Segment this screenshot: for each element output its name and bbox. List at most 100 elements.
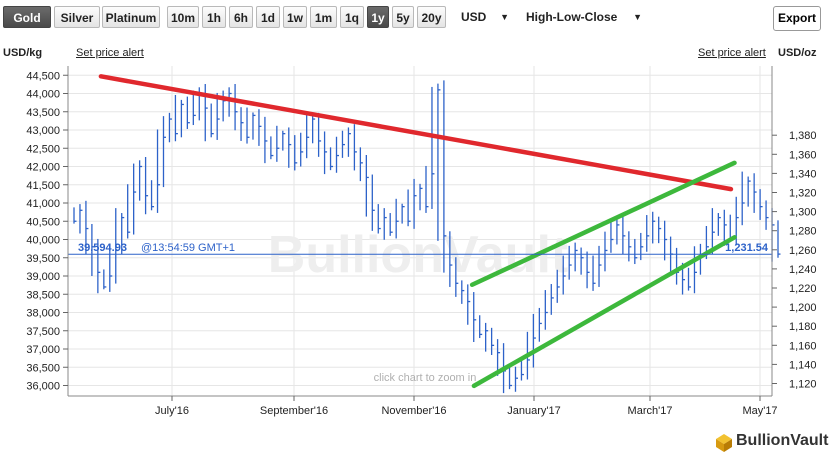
hlc-bar: [276, 125, 280, 162]
watermark: BullionVault: [268, 226, 568, 284]
hlc-bar: [162, 116, 166, 188]
left-tick-label: 44,500: [26, 70, 60, 82]
x-tick-label: May'17: [742, 405, 777, 417]
x-tick-label: January'17: [507, 405, 560, 417]
hlc-bar: [282, 130, 286, 151]
left-tick-label: 37,000: [26, 344, 60, 356]
hlc-bar: [210, 103, 214, 138]
hlc-bar: [246, 107, 250, 144]
hlc-bar: [329, 147, 334, 171]
hlc-bar: [300, 132, 304, 167]
zoom-hint: click chart to zoom in: [374, 372, 477, 384]
hlc-bar: [437, 83, 441, 241]
hlc-bar: [347, 127, 351, 157]
hlc-bar: [264, 116, 268, 164]
hlc-bar: [353, 124, 357, 171]
hlc-bar: [508, 366, 513, 390]
hlc-bar: [652, 211, 656, 244]
hlc-bar: [550, 284, 554, 315]
right-tick-label: 1,380: [789, 130, 817, 142]
hlc-bar: [323, 131, 328, 175]
hlc-bar: [407, 189, 411, 227]
hlc-bar: [294, 135, 298, 171]
left-tick-label: 36,000: [26, 381, 60, 393]
hlc-bar: [747, 176, 751, 207]
hlc-bar: [401, 203, 405, 224]
hlc-bar: [359, 147, 363, 182]
hlc-bar: [425, 165, 429, 213]
hlc-bar: [144, 157, 149, 215]
left-tick-label: 41,000: [26, 198, 60, 210]
right-tick-label: 1,200: [789, 302, 817, 314]
hlc-bar: [73, 207, 77, 224]
hlc-bar: [389, 213, 393, 236]
hlc-bar: [514, 366, 518, 392]
hlc-bar: [628, 231, 632, 262]
right-axis-ticks: 1,120 1,140 1,160 1,180 1,200 1,220 1,240 1,260…: [772, 130, 817, 391]
hlc-bar: [687, 267, 692, 291]
right-tick-label: 1,220: [789, 283, 817, 295]
hlc-bar: [222, 90, 226, 122]
hlc-bar: [693, 246, 697, 294]
hlc-bar: [479, 315, 483, 339]
hlc-bar: [604, 231, 608, 272]
hlc-bar: [335, 136, 340, 173]
hlc-bar: [634, 238, 638, 265]
left-tick-label: 36,500: [26, 362, 60, 374]
hlc-bar: [765, 200, 769, 230]
hlc-bar: [252, 112, 256, 140]
hlc-bar: [759, 189, 763, 220]
right-tick-label: 1,340: [789, 168, 817, 180]
price-chart[interactable]: BullionVault 36,000 36,500 37,000 37,500 38,…: [0, 0, 835, 458]
hlc-bar: [741, 171, 745, 226]
x-tick-label: September'16: [260, 405, 328, 417]
left-tick-label: 38,500: [26, 289, 60, 301]
left-tick-label: 38,000: [26, 308, 60, 320]
left-tick-label: 39,000: [26, 271, 60, 283]
x-tick-label: November'16: [381, 405, 446, 417]
hlc-bar: [592, 255, 596, 291]
right-tick-label: 1,120: [789, 379, 817, 391]
hlc-bar: [341, 130, 345, 158]
right-tick-label: 1,240: [789, 264, 817, 276]
hlc-bar: [186, 96, 190, 129]
right-tick-label: 1,160: [789, 340, 817, 352]
left-tick-label: 41,500: [26, 180, 60, 192]
x-tick-label: March'17: [628, 405, 673, 417]
hlc-bar: [717, 213, 721, 236]
left-tick-label: 40,500: [26, 216, 60, 228]
left-tick-label: 40,000: [26, 235, 60, 247]
left-axis-ticks: 36,000 36,500 37,000 37,500 38,000 38,500 39,0…: [26, 70, 68, 393]
right-tick-label: 1,300: [789, 207, 817, 219]
left-tick-label: 44,000: [26, 89, 60, 101]
right-tick-label: 1,280: [789, 226, 817, 238]
hlc-bar: [580, 247, 584, 275]
left-tick-label: 42,000: [26, 162, 60, 174]
hlc-bar: [490, 327, 495, 355]
hlc-bar: [228, 87, 232, 117]
current-price-right-label: 1,231.54: [725, 242, 769, 254]
hlc-bar: [574, 242, 578, 272]
hlc-bar: [127, 184, 131, 239]
hlc-bar: [598, 245, 602, 287]
left-tick-label: 43,500: [26, 107, 60, 119]
hlc-bar: [204, 84, 208, 142]
gold-bar-icon: [716, 434, 732, 452]
hlc-bar: [133, 163, 137, 235]
hlc-bar: [616, 218, 620, 245]
hlc-bar: [699, 243, 703, 275]
hlc-bar: [777, 220, 781, 258]
hlc-bar: [377, 204, 381, 234]
hlc-bar: [216, 92, 220, 140]
hlc-bar: [538, 307, 542, 342]
right-tick-label: 1,360: [789, 149, 817, 161]
hlc-bar: [288, 127, 292, 168]
hlc-bar: [544, 290, 548, 330]
left-tick-label: 43,000: [26, 125, 60, 137]
hlc-bar: [419, 183, 423, 211]
current-price-left-label: 39,594.93: [78, 242, 127, 254]
hlc-bar: [240, 107, 244, 141]
hlc-bar: [79, 204, 83, 234]
hlc-bar: [568, 245, 572, 280]
hlc-bar: [180, 99, 184, 138]
